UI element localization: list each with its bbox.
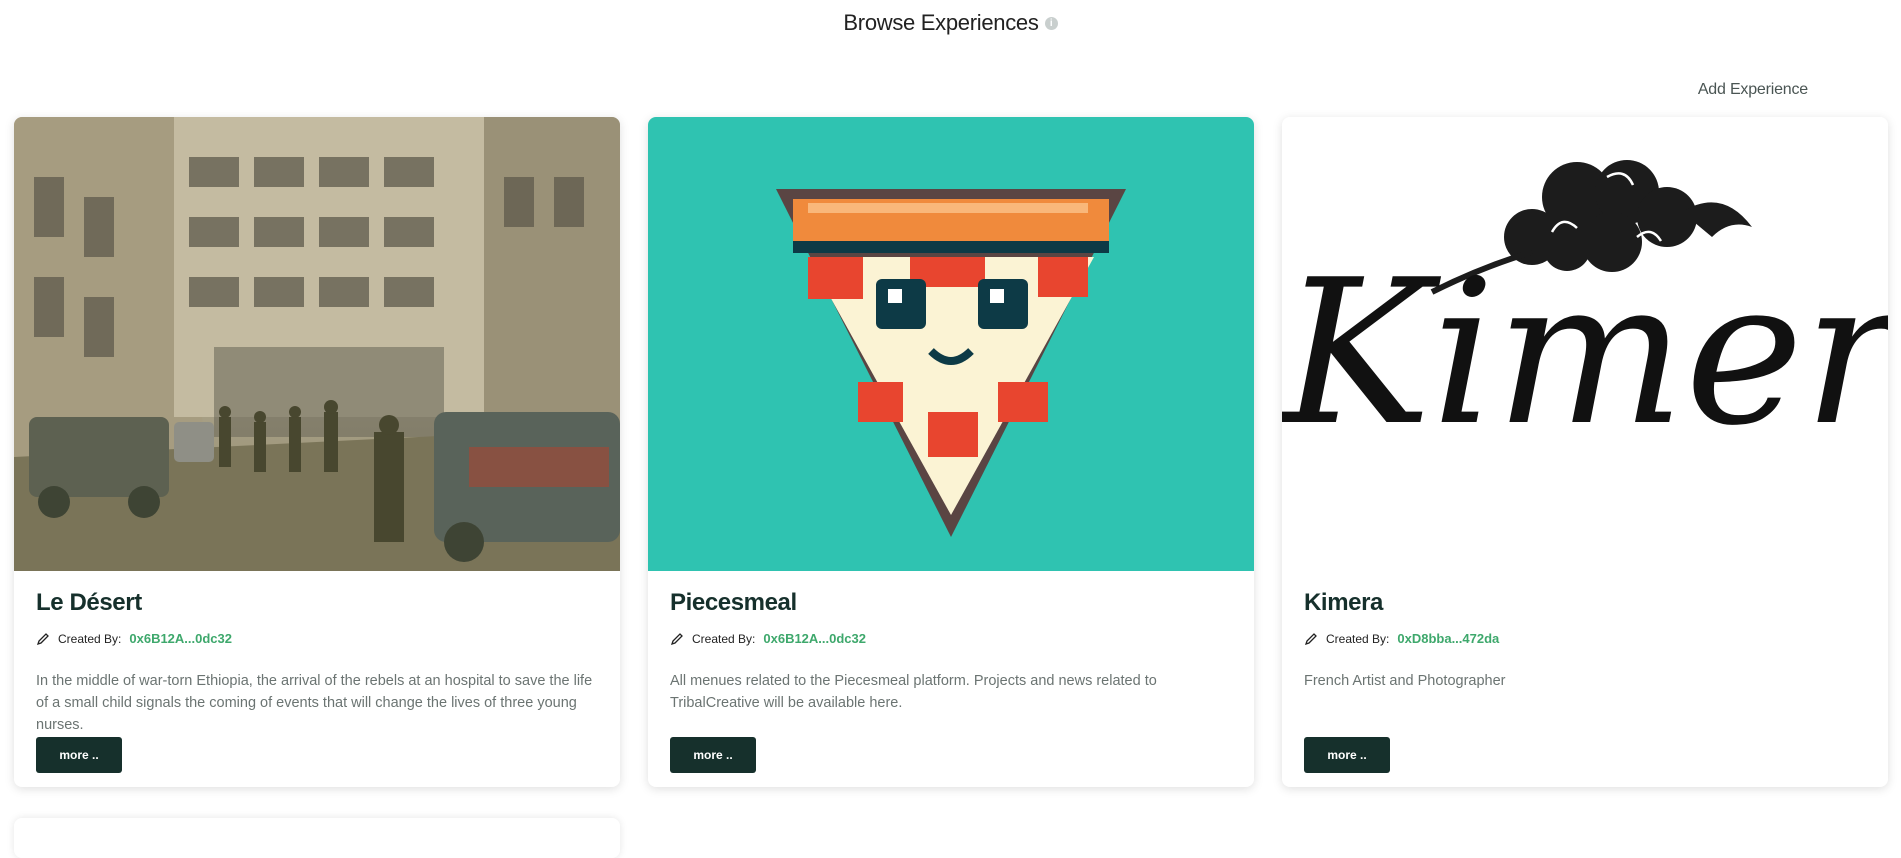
more-button[interactable]: more .. [36, 737, 122, 773]
war-scene-image[interactable] [14, 117, 620, 571]
pencil-icon [670, 632, 683, 645]
experience-card: Piecesmeal Created By: 0x6B12A...0dc32 A… [648, 117, 1254, 787]
creator-line: Created By: 0x6B12A...0dc32 [36, 631, 598, 646]
creator-address[interactable]: 0xD8bba...472da [1397, 631, 1499, 646]
page-title-text: Browse Experiences [843, 10, 1039, 35]
card-description: French Artist and Photographer [1304, 673, 1506, 689]
card-body: Le Désert Created By: 0x6B12A...0dc32 In… [14, 571, 620, 733]
info-icon[interactable]: i [1044, 16, 1058, 30]
card-body: Piecesmeal Created By: 0x6B12A...0dc32 A… [648, 571, 1254, 728]
created-by-label: Created By: [1326, 631, 1390, 646]
experience-grid: Le Désert Created By: 0x6B12A...0dc32 In… [14, 117, 1888, 787]
card-title[interactable]: Le Désert [36, 589, 598, 617]
page-title: Browse Experiences i [843, 10, 1058, 36]
card-title[interactable]: Piecesmeal [670, 589, 1232, 617]
more-button[interactable]: more .. [670, 737, 756, 773]
experience-card-partial [14, 818, 620, 858]
pencil-icon [1304, 632, 1317, 645]
creator-line: Created By: 0xD8bba...472da [1304, 631, 1866, 646]
creator-address[interactable]: 0x6B12A...0dc32 [763, 631, 866, 646]
more-button[interactable]: more .. [1304, 737, 1390, 773]
pencil-icon [36, 632, 49, 645]
creator-line: Created By: 0x6B12A...0dc32 [670, 631, 1232, 646]
created-by-label: Created By: [58, 631, 122, 646]
svg-text:Kimera: Kimera [1282, 237, 1888, 470]
kimera-logo-image[interactable]: Kimera [1282, 117, 1888, 571]
card-description: All menues related to the Piecesmeal pla… [670, 673, 1157, 711]
pizza-image[interactable] [648, 117, 1254, 571]
experience-card: Kimera Kimera Created By: 0xD8bba...472d… [1282, 117, 1888, 787]
created-by-label: Created By: [692, 631, 756, 646]
card-description: In the middle of war-torn Ethiopia, the … [36, 673, 593, 733]
card-title[interactable]: Kimera [1304, 589, 1866, 617]
experience-card: Le Désert Created By: 0x6B12A...0dc32 In… [14, 117, 620, 787]
card-body: Kimera Created By: 0xD8bba...472da Frenc… [1282, 571, 1888, 728]
creator-address[interactable]: 0x6B12A...0dc32 [129, 631, 232, 646]
page-header: Browse Experiences i [0, 10, 1901, 36]
add-experience-link[interactable]: Add Experience [1698, 81, 1808, 99]
